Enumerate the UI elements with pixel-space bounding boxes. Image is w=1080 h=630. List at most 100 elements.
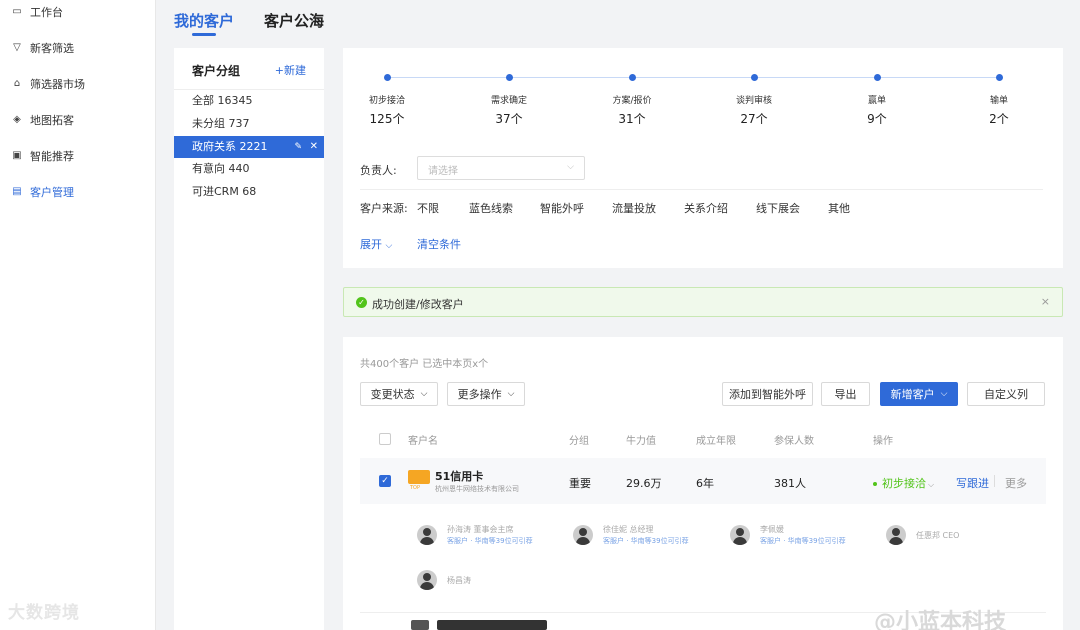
chevron-down-icon: ⌵	[940, 389, 948, 399]
stage-count[interactable]: 9个	[832, 110, 922, 127]
cell-group: 重要	[569, 477, 591, 490]
customer-group-panel: 客户分组 +新建 全部 16345 未分组 737 政府关系 2221 ✎ ✕ …	[174, 48, 324, 630]
group-header: 客户分组 +新建	[174, 48, 324, 90]
more-operations-button[interactable]: 更多操作 ⌵	[447, 382, 525, 406]
chevron-down-icon: ⌵	[385, 241, 393, 251]
export-button[interactable]: 导出	[821, 382, 870, 406]
stage-label: 初步接洽	[368, 96, 405, 106]
avatar	[730, 525, 750, 545]
watermark-left: 大数跨境	[8, 603, 80, 623]
source-option[interactable]: 蓝色线索	[469, 200, 513, 216]
filter-divider	[360, 189, 1043, 190]
alert-message: 成功创建/修改客户	[372, 298, 464, 311]
nav-item-customer-management[interactable]: ▤ 客户管理	[12, 182, 74, 202]
edit-icon[interactable]: ✎	[294, 136, 302, 158]
group-item-government[interactable]: 政府关系 2221 ✎ ✕	[174, 136, 324, 158]
source-option[interactable]: 流量投放	[612, 200, 656, 216]
chevron-down-icon: ⌵	[420, 389, 428, 399]
stage-count[interactable]: 125个	[342, 110, 432, 127]
column-header-group: 分组	[569, 436, 589, 447]
customer-icon: ▤	[12, 186, 22, 197]
stage-count[interactable]: 37个	[464, 110, 554, 127]
column-header-name: 客户名	[408, 436, 438, 447]
group-item-ungrouped[interactable]: 未分组 737	[174, 113, 324, 135]
group-item-crm[interactable]: 可进CRM 68	[174, 181, 324, 203]
select-all-checkbox[interactable]	[379, 433, 391, 445]
status-dropdown[interactable]: 初步接洽 ⌵	[873, 475, 934, 491]
group-item-intent[interactable]: 有意向 440	[174, 158, 324, 180]
stage-count[interactable]: 31个	[587, 110, 677, 127]
close-icon[interactable]: ×	[1041, 295, 1050, 308]
company-logo	[411, 620, 429, 630]
add-customer-button[interactable]: 新增客户 ⌵	[880, 382, 958, 406]
stage-dot	[751, 74, 758, 81]
company-name[interactable]: 51信用卡	[435, 468, 483, 484]
owner-placeholder: 请选择	[428, 166, 458, 177]
column-header-insured[interactable]: 参保人数	[774, 432, 814, 447]
customize-columns-button[interactable]: 自定义列	[967, 382, 1045, 406]
add-to-outbound-button[interactable]: 添加到智能外呼	[722, 382, 813, 406]
chevron-down-icon: ⌵	[507, 389, 515, 399]
nav-item-map[interactable]: ◈ 地图拓客	[12, 110, 74, 130]
filter-icon: ▽	[13, 42, 21, 53]
source-option[interactable]: 不限	[417, 200, 439, 216]
stage-dot	[874, 74, 881, 81]
stage-label: 输单	[989, 96, 1008, 106]
avatar	[886, 525, 906, 545]
watermark-right: @小蓝本科技	[874, 610, 1007, 630]
change-status-button[interactable]: 变更状态 ⌵	[360, 382, 438, 406]
source-option[interactable]: 线下展会	[756, 200, 800, 216]
company-name-placeholder[interactable]	[437, 620, 547, 630]
new-group-button[interactable]: +新建	[275, 62, 306, 78]
column-header-actions: 操作	[873, 436, 893, 447]
company-logo	[408, 470, 430, 484]
status-dot	[873, 482, 877, 486]
owner-select[interactable]: 请选择 ⌵	[417, 156, 585, 180]
cell-years: 6年	[696, 477, 714, 490]
stage-count[interactable]: 2个	[954, 110, 1044, 127]
column-header-niuli[interactable]: 牛力值	[626, 432, 656, 447]
column-header-years[interactable]: 成立年限	[696, 432, 736, 447]
nav-item-recommend[interactable]: ▣ 智能推荐	[12, 146, 74, 166]
monitor-icon: ▭	[12, 6, 22, 17]
stage-label: 需求确定	[490, 96, 527, 106]
list-summary: 共400个客户 已选中本页x个	[360, 359, 489, 370]
group-title: 客户分组	[192, 64, 241, 78]
nav-item-filter-market[interactable]: ⌂ 筛选器市场	[12, 74, 85, 94]
group-item-all[interactable]: 全部 16345	[174, 90, 324, 112]
stage-dot	[629, 74, 636, 81]
company-full-name: 杭州恩牛网络技术有限公司	[435, 485, 519, 493]
map-icon: ◈	[13, 114, 21, 125]
close-icon[interactable]: ✕	[310, 136, 318, 158]
nav-item-new-customer-filter[interactable]: ▽ 新客筛选	[12, 38, 74, 58]
owner-label: 负责人:	[360, 164, 397, 177]
recommend-icon: ▣	[12, 150, 22, 161]
check-circle-icon: ✓	[356, 297, 367, 308]
stage-dot	[506, 74, 513, 81]
stage-count[interactable]: 27个	[709, 110, 799, 127]
stage-label: 谈判审核	[735, 96, 772, 106]
success-alert: ✓ 成功创建/修改客户 ×	[343, 287, 1063, 317]
clear-filters-link[interactable]: 清空条件	[417, 236, 461, 252]
action-divider	[994, 475, 995, 487]
filter-card: 初步接洽 需求确定 方案/报价 谈判审核 赢单 输单 125个 37个 31个 …	[343, 48, 1063, 268]
group-item-label: 政府关系 2221	[192, 140, 268, 153]
stage-dot	[996, 74, 1003, 81]
tab-my-customers[interactable]: 我的客户	[174, 10, 234, 31]
stage-label: 赢单	[867, 96, 886, 106]
source-option[interactable]: 关系介绍	[684, 200, 728, 216]
logo-badge: TOP	[410, 485, 421, 491]
nav-item-workbench[interactable]: ▭ 工作台	[12, 2, 63, 22]
active-tab-indicator	[192, 33, 216, 36]
tab-public-pool[interactable]: 客户公海	[264, 10, 324, 31]
more-actions-link[interactable]: 更多	[1005, 475, 1027, 491]
row-checkbox[interactable]: ✓	[379, 475, 391, 487]
source-option[interactable]: 智能外呼	[540, 200, 584, 216]
source-label: 客户来源:	[360, 202, 408, 215]
write-follow-up-link[interactable]: 写跟进	[956, 475, 989, 491]
shop-icon: ⌂	[13, 78, 21, 89]
source-option[interactable]: 其他	[828, 200, 850, 216]
stage-dot	[384, 74, 391, 81]
expand-filters-link[interactable]: 展开 ⌵	[360, 236, 392, 252]
avatar	[417, 570, 437, 590]
